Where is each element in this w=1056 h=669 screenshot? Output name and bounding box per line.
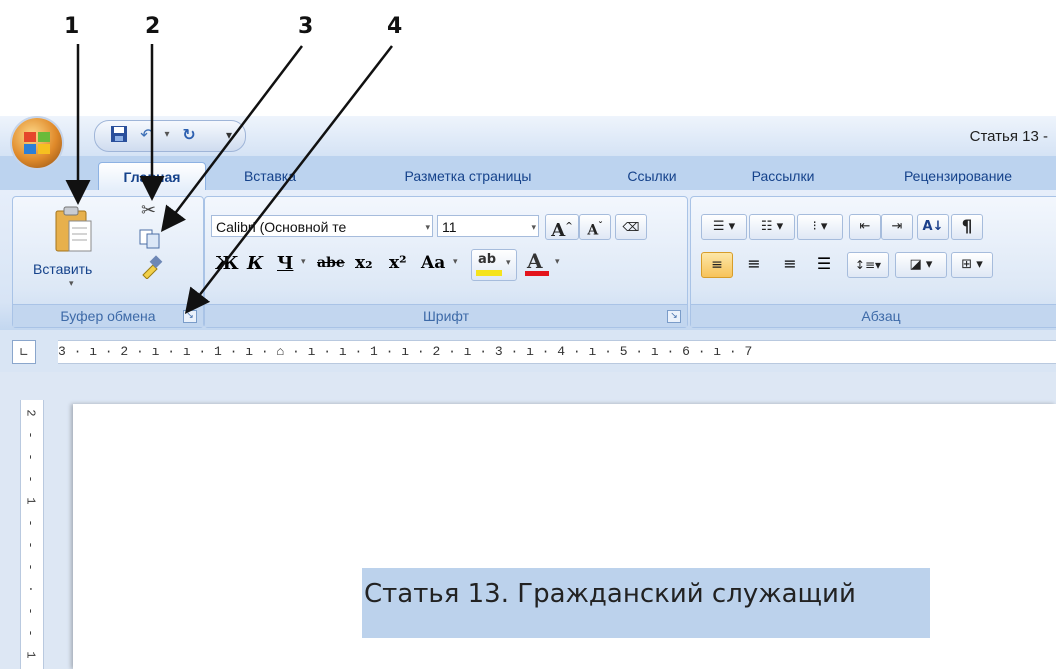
paragraph-group: ☰ ▾ ☷ ▾ ⁝ ▾ ⇤ ⇥ А↓ ¶ ≡ ≡ ≡ ☰ ↕≡▾ ◪ ▾ ⊞ ▾… [690, 196, 1056, 328]
vertical-ruler-mark: - [23, 563, 38, 571]
vertical-ruler-mark: 2 [23, 409, 38, 417]
copy-icon[interactable] [139, 229, 161, 249]
undo-dropdown-icon[interactable]: ▾ [157, 125, 177, 145]
change-case-button[interactable]: Aa [421, 253, 445, 273]
office-logo-icon [24, 132, 50, 154]
customize-qat-icon[interactable]: ▾ [219, 125, 239, 145]
vertical-ruler-mark: - [23, 519, 38, 527]
vertical-ruler-mark: - [23, 475, 38, 483]
tab-references[interactable]: Ссылки [602, 162, 702, 190]
font-size-field[interactable]: 11 ▾ [437, 215, 539, 237]
redo-icon[interactable]: ↻ [179, 125, 199, 145]
increase-indent-icon[interactable]: ⇥ [881, 214, 913, 240]
show-marks-button[interactable]: ¶ [951, 214, 983, 240]
clear-formatting-icon[interactable]: ⌫ [615, 214, 647, 240]
font-dialog-launcher-icon[interactable]: ↘ [667, 310, 681, 323]
highlight-color-bar [476, 270, 502, 276]
vertical-ruler-mark: · [23, 585, 38, 593]
scissors-icon[interactable]: ✂ [141, 201, 161, 221]
tab-mailings[interactable]: Рассылки [728, 162, 838, 190]
callout-3: 3 [298, 14, 314, 39]
quick-access-toolbar: ↶ ▾ ↻ ▾ [94, 120, 246, 152]
grow-font-label: A [551, 220, 566, 241]
font-size-dropdown-icon[interactable]: ▾ [531, 216, 536, 238]
justify-icon[interactable]: ☰ [809, 252, 839, 276]
align-center-icon[interactable]: ≡ [739, 252, 769, 276]
font-group-label: Шрифт [205, 304, 687, 327]
align-left-icon[interactable]: ≡ [701, 252, 733, 278]
font-name-value: Calibri (Основной те [216, 219, 347, 235]
numbering-icon[interactable]: ☷ ▾ [749, 214, 795, 240]
strikethrough-button[interactable]: abe [317, 255, 345, 271]
font-color-bar [525, 271, 549, 276]
subscript-button[interactable]: x₂ [355, 253, 373, 273]
underline-dropdown-icon[interactable]: ▾ [301, 257, 306, 267]
callout-1: 1 [64, 14, 80, 39]
grow-font-button[interactable]: A^ [545, 214, 579, 241]
tab-home[interactable]: Главная [98, 162, 206, 191]
borders-icon[interactable]: ⊞ ▾ [951, 252, 993, 278]
change-case-dropdown-icon[interactable]: ▾ [453, 257, 458, 267]
clipboard-dialog-launcher-icon[interactable]: ↘ [183, 310, 197, 323]
shading-icon[interactable]: ◪ ▾ [895, 252, 947, 278]
shrink-font-label: A [587, 222, 599, 239]
vertical-ruler-mark: - [23, 607, 38, 615]
horizontal-ruler[interactable]: 3 · ı · 2 · ı · ı · 1 · ı · ⌂ · ı · ı · … [58, 340, 1056, 364]
callout-4: 4 [387, 14, 403, 39]
sort-button[interactable]: А↓ [917, 214, 949, 240]
window-title: Статья 13 - [969, 128, 1048, 145]
font-color-button[interactable]: A ▾ [521, 249, 565, 279]
highlight-button[interactable]: ab ▾ [471, 249, 517, 281]
vertical-ruler-mark: - [23, 629, 38, 637]
underline-button[interactable]: Ч [277, 253, 293, 274]
highlight-label: ab [478, 252, 497, 267]
ribbon-tabs: Главная Вставка Разметка страницы Ссылки… [0, 156, 1056, 191]
undo-icon[interactable]: ↶ [137, 125, 157, 145]
superscript-button[interactable]: x² [389, 253, 407, 273]
paragraph-group-label: Абзац [691, 304, 1056, 327]
font-color-dropdown-icon[interactable]: ▾ [555, 257, 560, 267]
paste-button-label[interactable]: Вставить [33, 261, 123, 277]
highlight-dropdown-icon[interactable]: ▾ [506, 258, 511, 268]
bold-button[interactable]: Ж [215, 253, 239, 274]
vertical-ruler-mark: 1 [23, 651, 38, 659]
callout-2: 2 [145, 14, 161, 39]
vertical-ruler-mark: - [23, 431, 38, 439]
align-right-icon[interactable]: ≡ [775, 252, 805, 276]
paste-dropdown-icon[interactable]: ▾ [69, 279, 74, 289]
tab-review[interactable]: Рецензирование [878, 162, 1038, 190]
vertical-ruler-mark: - [23, 453, 38, 461]
multilevel-list-icon[interactable]: ⁝ ▾ [797, 214, 843, 240]
format-painter-icon[interactable] [139, 255, 163, 280]
vertical-ruler[interactable]: 2 - - - 1 - - - · - - 1 [20, 400, 44, 669]
font-color-label: A [527, 249, 543, 273]
italic-button[interactable]: К [247, 253, 263, 274]
vertical-ruler-mark: - [23, 541, 38, 549]
font-size-value: 11 [442, 219, 457, 235]
tab-page-layout[interactable]: Разметка страницы [368, 162, 568, 190]
tab-selector-icon[interactable]: ∟ [12, 340, 36, 364]
shrink-font-button[interactable]: Aˇ [579, 214, 611, 240]
vertical-ruler-mark: 1 [23, 497, 38, 505]
clipboard-group-label: Буфер обмена [13, 304, 203, 327]
font-name-field[interactable]: Calibri (Основной те ▾ [211, 215, 433, 237]
clipboard-group: Вставить ▾ ✂ Буфер обмена ↘ [12, 196, 204, 328]
document-selected-text[interactable]: Статья 13. Гражданский служащий [362, 568, 930, 638]
font-name-dropdown-icon[interactable]: ▾ [425, 216, 430, 238]
line-spacing-icon[interactable]: ↕≡▾ [847, 252, 889, 278]
font-group: Calibri (Основной те ▾ 11 ▾ A^ Aˇ ⌫ Ж К … [204, 196, 688, 328]
paste-icon[interactable] [53, 205, 93, 257]
save-icon[interactable] [109, 125, 129, 145]
bullets-icon[interactable]: ☰ ▾ [701, 214, 747, 240]
decrease-indent-icon[interactable]: ⇤ [849, 214, 881, 240]
tab-insert[interactable]: Вставка [214, 162, 326, 190]
